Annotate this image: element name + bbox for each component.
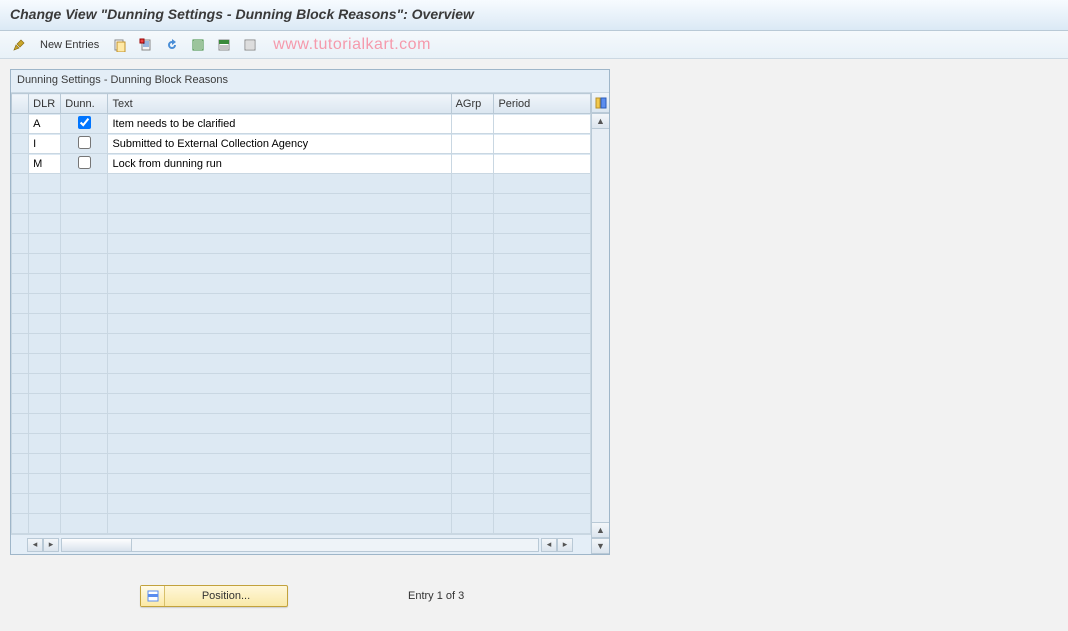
copy-as-icon[interactable] (109, 35, 131, 55)
row-select[interactable] (12, 314, 29, 334)
dunn-checkbox[interactable] (78, 156, 91, 169)
row-select[interactable] (12, 334, 29, 354)
toggle-display-change-icon[interactable] (8, 35, 30, 55)
table-panel: Dunning Settings - Dunning Block Reasons (10, 69, 610, 555)
table-row (12, 274, 591, 294)
row-select[interactable] (12, 154, 29, 174)
table-row (12, 234, 591, 254)
table-row (12, 134, 591, 154)
agrp-field[interactable] (452, 155, 494, 173)
row-select[interactable] (12, 374, 29, 394)
row-select[interactable] (12, 474, 29, 494)
col-dlr[interactable]: DLR (29, 94, 61, 114)
table-row (12, 354, 591, 374)
horizontal-scrollbar: ◂ ▸ ◂ ▸ (11, 534, 591, 554)
table-row (12, 514, 591, 534)
scroll-down-icon[interactable]: ▼ (592, 538, 609, 554)
row-select[interactable] (12, 174, 29, 194)
deselect-all-icon[interactable] (239, 35, 261, 55)
agrp-field[interactable] (452, 135, 494, 153)
position-button-label: Position... (165, 590, 287, 602)
dunning-reasons-table: DLR Dunn. Text AGrp Period (11, 93, 591, 534)
table-row (12, 174, 591, 194)
table-row (12, 394, 591, 414)
text-field[interactable] (108, 115, 450, 133)
period-field[interactable] (494, 135, 590, 153)
table-row (12, 114, 591, 134)
vscroll-track[interactable] (592, 129, 609, 522)
dlr-field[interactable] (29, 115, 60, 133)
select-all-icon[interactable] (187, 35, 209, 55)
row-select[interactable] (12, 394, 29, 414)
col-agrp[interactable]: AGrp (451, 94, 494, 114)
scroll-right-far-icon[interactable]: ▸ (557, 538, 573, 552)
table-row (12, 154, 591, 174)
row-select[interactable] (12, 514, 29, 534)
table-row (12, 294, 591, 314)
row-select[interactable] (12, 114, 29, 134)
table-row (12, 374, 591, 394)
position-icon (141, 586, 165, 606)
undo-change-icon[interactable] (161, 35, 183, 55)
table-row (12, 334, 591, 354)
table-row (12, 254, 591, 274)
table-row (12, 214, 591, 234)
dlr-field[interactable] (29, 135, 60, 153)
vertical-scrollbar: ▲ ▲ ▼ (591, 93, 609, 554)
text-field[interactable] (108, 135, 450, 153)
dlr-field[interactable] (29, 155, 60, 173)
entry-count-text: Entry 1 of 3 (408, 590, 464, 602)
table-row (12, 454, 591, 474)
table-row (12, 434, 591, 454)
scroll-left-far-icon[interactable]: ◂ (27, 538, 43, 552)
hscroll-track[interactable] (61, 538, 539, 552)
toolbar: New Entries www.tutorialkart.com (0, 31, 1068, 59)
panel-title: Dunning Settings - Dunning Block Reasons (11, 70, 609, 93)
row-select[interactable] (12, 494, 29, 514)
select-block-icon[interactable] (213, 35, 235, 55)
row-select[interactable] (12, 434, 29, 454)
agrp-field[interactable] (452, 115, 494, 133)
position-button[interactable]: Position... (140, 585, 288, 607)
period-field[interactable] (494, 115, 590, 133)
row-select[interactable] (12, 274, 29, 294)
table-row (12, 314, 591, 334)
row-select[interactable] (12, 214, 29, 234)
row-select[interactable] (12, 194, 29, 214)
row-select[interactable] (12, 134, 29, 154)
period-field[interactable] (494, 155, 590, 173)
scroll-up-icon[interactable]: ▲ (592, 113, 609, 129)
dunn-checkbox[interactable] (78, 136, 91, 149)
col-row-select[interactable] (12, 94, 29, 114)
watermark-text: www.tutorialkart.com (273, 36, 431, 54)
row-select[interactable] (12, 414, 29, 434)
table-row (12, 474, 591, 494)
scroll-left-icon[interactable]: ▸ (43, 538, 59, 552)
text-field[interactable] (108, 155, 450, 173)
col-dunn[interactable]: Dunn. (61, 94, 108, 114)
scroll-down-line-icon[interactable]: ▲ (592, 522, 609, 538)
col-text[interactable]: Text (108, 94, 451, 114)
table-row (12, 194, 591, 214)
window-title: Change View "Dunning Settings - Dunning … (0, 0, 1068, 31)
table-config-icon[interactable] (592, 93, 609, 113)
col-period[interactable]: Period (494, 94, 591, 114)
dunn-checkbox[interactable] (78, 116, 91, 129)
row-select[interactable] (12, 234, 29, 254)
delete-icon[interactable] (135, 35, 157, 55)
row-select[interactable] (12, 454, 29, 474)
row-select[interactable] (12, 294, 29, 314)
table-row (12, 414, 591, 434)
new-entries-button[interactable]: New Entries (34, 37, 105, 53)
row-select[interactable] (12, 254, 29, 274)
table-row (12, 494, 591, 514)
row-select[interactable] (12, 354, 29, 374)
scroll-right-icon[interactable]: ◂ (541, 538, 557, 552)
